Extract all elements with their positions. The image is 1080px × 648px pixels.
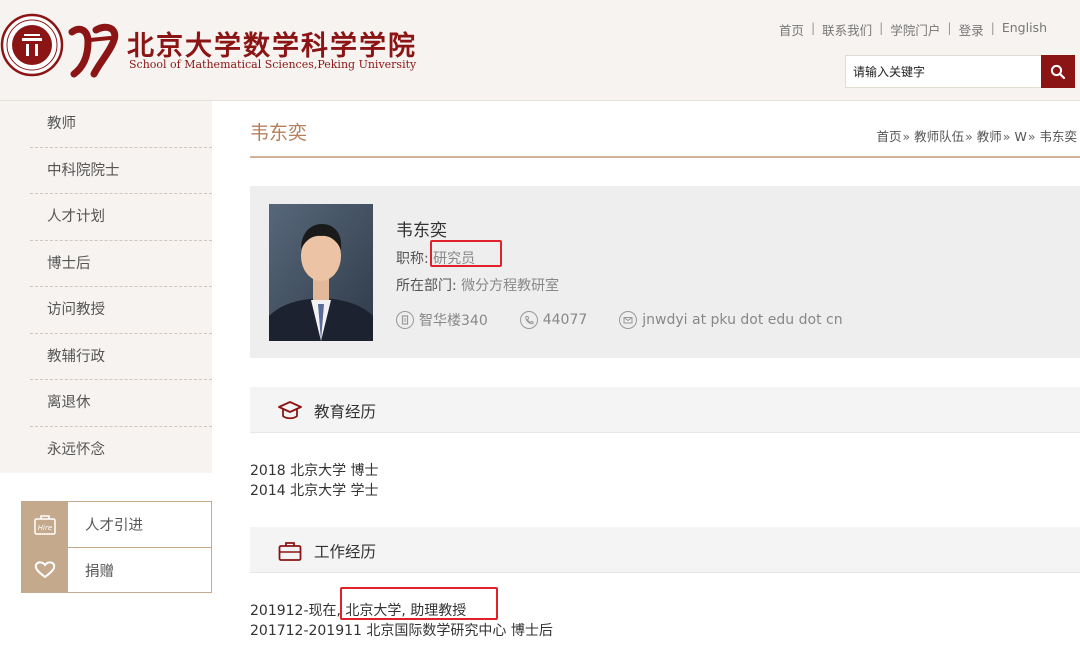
sidebar-item-faculty[interactable]: 教师: [30, 101, 212, 148]
search-icon: [1050, 64, 1066, 79]
education-section-header: 教育经历: [250, 387, 1080, 433]
breadcrumb: 首页» 教师队伍» 教师» W» 韦东奕: [876, 126, 1077, 145]
nav-portal-link[interactable]: 学院门户: [890, 20, 940, 39]
nav-separator: |: [947, 20, 952, 35]
top-nav: 首页 | 联系我们 | 学院门户 | 登录 | English: [779, 20, 1047, 39]
title-divider: [250, 156, 1080, 158]
nav-contact-link[interactable]: 联系我们: [822, 20, 872, 39]
search-button[interactable]: [1041, 55, 1075, 88]
search-input[interactable]: [846, 56, 1041, 87]
nav-separator: |: [990, 20, 995, 35]
breadcrumb-home[interactable]: 首页: [876, 129, 901, 144]
education-line: 2014 北京大学 学士: [250, 483, 379, 499]
breadcrumb-separator: »: [1027, 129, 1036, 144]
page-title: 韦东奕: [250, 122, 308, 144]
profile-dept-value[interactable]: 微分方程教研室: [461, 278, 559, 294]
nav-login-link[interactable]: 登录: [959, 20, 984, 39]
heart-icon: [22, 547, 68, 593]
profile-dept-row: 所在部门: 微分方程教研室: [396, 275, 559, 295]
breadcrumb-current: 韦东奕: [1039, 129, 1077, 144]
email-contact: jnwdyi at pku dot edu dot cn: [619, 310, 843, 330]
education-heading: 教育经历: [314, 403, 377, 421]
school-monogram-logo[interactable]: [66, 22, 124, 78]
sidebar: 教师 中科院院士 人才计划 博士后 访问教授 教辅行政 离退休 永远怀念: [0, 101, 212, 473]
breadcrumb-letter[interactable]: W: [1014, 129, 1026, 144]
quick-link-donate[interactable]: 捐赠: [22, 547, 211, 593]
breadcrumb-faculty[interactable]: 教师: [977, 129, 1002, 144]
breadcrumb-separator: »: [902, 129, 911, 144]
hire-icon: Hire: [22, 502, 68, 547]
education-line: 2018 北京大学 博士: [250, 463, 379, 479]
sidebar-item-visiting-professors[interactable]: 访问教授: [30, 287, 212, 334]
email-text[interactable]: jnwdyi at pku dot edu dot cn: [642, 312, 842, 328]
nav-home-link[interactable]: 首页: [779, 20, 804, 39]
work-heading: 工作经历: [314, 543, 377, 561]
education-list: 2018 北京大学 博士 2014 北京大学 学士: [250, 461, 379, 501]
profile-photo: [269, 204, 373, 341]
sidebar-item-academicians[interactable]: 中科院院士: [30, 148, 212, 194]
briefcase-icon: [278, 542, 302, 561]
office-text: 智华楼340: [419, 313, 488, 329]
breadcrumb-faculty-team[interactable]: 教师队伍: [914, 129, 964, 144]
profile-contacts: 智华楼340 44077 jnwdyi at pku dot edu dot c…: [396, 310, 875, 330]
highlight-box-position: [340, 587, 498, 620]
hire-icon-text: Hire: [38, 524, 52, 532]
sidebar-item-admin-staff[interactable]: 教辅行政: [30, 334, 212, 380]
quick-link-label: 捐赠: [85, 563, 114, 580]
phone-contact: 44077: [519, 310, 588, 330]
sidebar-item-postdocs[interactable]: 博士后: [30, 241, 212, 287]
sidebar-item-retired[interactable]: 离退休: [30, 380, 212, 427]
sidebar-item-talent-programs[interactable]: 人才计划: [30, 194, 212, 241]
nav-english-link[interactable]: English: [1002, 20, 1047, 39]
building-icon: [396, 311, 414, 329]
nav-separator: |: [879, 20, 884, 35]
profile-title-label: 职称:: [396, 251, 429, 267]
quick-link-label: 人才引进: [85, 518, 143, 534]
search-box: [845, 55, 1075, 88]
sidebar-item-in-memoriam[interactable]: 永远怀念: [30, 427, 212, 474]
school-name-english: School of Mathematical Sciences,Peking U…: [129, 58, 417, 71]
work-line: 201712-201911 北京国际数学研究中心 博士后: [250, 623, 553, 639]
quick-links: Hire 人才引进 捐赠: [21, 501, 212, 593]
email-icon: [619, 311, 638, 329]
site-header: 北京大学数学科学学院 School of Mathematical Scienc…: [0, 0, 1080, 101]
profile-card: 韦东奕 职称: 研究员 所在部门: 微分方程教研室 智华楼340 44077 j…: [250, 186, 1080, 358]
highlight-box-title: [430, 240, 502, 267]
profile-name: 韦东奕: [396, 221, 447, 241]
phone-icon: [519, 311, 538, 329]
work-section-header: 工作经历: [250, 527, 1080, 573]
nav-separator: |: [810, 20, 816, 35]
office-contact: 智华楼340: [396, 310, 488, 330]
breadcrumb-separator: »: [1002, 129, 1011, 144]
peking-university-seal-logo[interactable]: [0, 8, 64, 82]
phone-text: 44077: [542, 312, 588, 328]
profile-dept-label: 所在部门:: [396, 278, 457, 294]
graduation-cap-icon: [278, 401, 302, 420]
breadcrumb-separator: »: [965, 129, 973, 144]
quick-link-hiring[interactable]: Hire 人才引进: [22, 502, 211, 547]
